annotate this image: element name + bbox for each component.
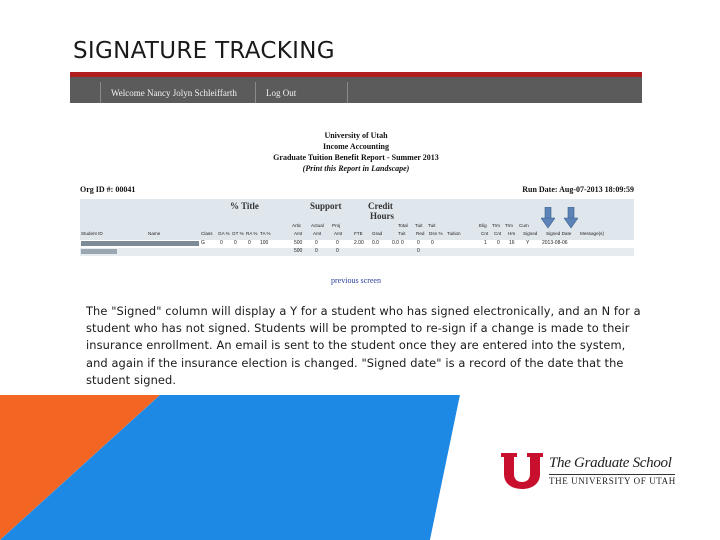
cell: 500 [294,248,303,254]
column-label: Message(s) [580,231,604,236]
column-label: Dsn % [429,231,443,236]
table-row: G 0 0 0 100 500 0 0 2.00 0.0 0.0 0 0 0 1… [80,240,634,247]
column-label: Cnt [481,231,489,236]
topbar-divider [100,82,101,103]
redacted-total [81,249,117,254]
column-label: Trm [505,223,513,228]
topbar-divider [255,82,256,103]
redacted-student [81,241,199,246]
down-arrow-icon [564,207,578,229]
group-credit: Credit [368,201,393,211]
column-label: TA % [260,231,271,236]
cell: 0 [315,240,318,246]
cell: 0 [248,240,251,246]
cell: 0 [417,248,420,254]
column-label: Cum [519,223,529,228]
org-id: Org ID #: 00041 [80,185,136,194]
column-label: Total [398,223,408,228]
column-label: Tuit [398,231,406,236]
column-label: Grad [372,231,383,236]
column-label: Amt [313,231,322,236]
column-label: Amt [334,231,343,236]
slide-body: The "Signed" column will display a Y for… [86,303,646,389]
cell: 2.00 [354,240,364,246]
column-label: Student ID [81,231,103,236]
column-label: Tuition [447,231,461,236]
cell: 1 [484,240,487,246]
report-university: University of Utah [324,131,388,140]
cell: 0.0 [392,240,399,246]
column-label: Tuit [415,223,423,228]
cell: 0 [401,240,404,246]
column-label: Tuit [428,223,436,228]
body-paragraph: The "Signed" column will display a Y for… [86,304,641,387]
column-label: FTE [354,231,363,236]
column-label: Class [201,231,213,236]
cell: 0.0 [372,240,379,246]
cell: 500 [294,240,303,246]
column-label: Artic [292,223,302,228]
logo-rule [549,474,675,475]
column-label: Actual [311,223,324,228]
cell: G [201,240,205,246]
report-note: (Print this Report in Landscape) [302,164,410,173]
column-label: GA % [218,231,230,236]
column-label: RA % [246,231,258,236]
slide-title: SIGNATURE TRACKING [73,38,335,64]
table-row: 500 0 0 0 [80,248,634,256]
column-label: Proj [332,223,341,228]
signed-cell: Y [526,240,530,246]
column-label: Trm [492,223,500,228]
cell: 0 [220,240,223,246]
cell: 0 [315,248,318,254]
column-header: Student ID Name Class GA % GT % RA % TA … [80,231,634,237]
column-label: Amt [294,231,303,236]
column-label: Signed Date [546,231,572,236]
logo-subtitle: THE UNIVERSITY OF UTAH [549,476,676,486]
column-label: Signed [523,231,538,236]
cell: 0 [431,240,434,246]
cell: 0 [417,240,420,246]
column-label: Elig [479,223,487,228]
previous-screen-link[interactable]: previous screen [70,276,642,285]
cell: 100 [260,240,269,246]
app-topbar: Welcome Nancy Jolyn Schleiffarth Log Out [70,72,642,103]
signed-date-cell: 2013-08-06 [542,240,568,246]
cell: 0 [234,240,237,246]
cell: 0 [497,240,500,246]
topbar-divider [347,82,348,103]
cell: 16 [509,240,515,246]
report-dept: Income Accounting [323,142,389,151]
column-label: GT % [232,231,244,236]
down-arrow-icon [541,207,555,229]
column-label: Red [416,231,425,236]
cell: 0 [336,248,339,254]
university-u-logo-icon [500,450,544,490]
group-title: % Title [230,201,259,211]
report-title: Graduate Tuition Benefit Report - Summer… [273,153,439,162]
welcome-text: Welcome Nancy Jolyn Schleiffarth [111,88,237,98]
column-label: Cnt [494,231,502,236]
run-date: Run Date: Aug-07-2013 18:09:59 [522,185,634,194]
group-support: Support [310,201,342,211]
report-screenshot: Welcome Nancy Jolyn Schleiffarth Log Out… [70,72,642,290]
group-hours: Hours [370,211,395,221]
logout-link[interactable]: Log Out [266,88,296,98]
logo-name: The Graduate School [549,455,672,471]
cell: 0 [336,240,339,246]
column-label: Hrs [508,231,516,236]
column-label: Name [148,231,161,236]
